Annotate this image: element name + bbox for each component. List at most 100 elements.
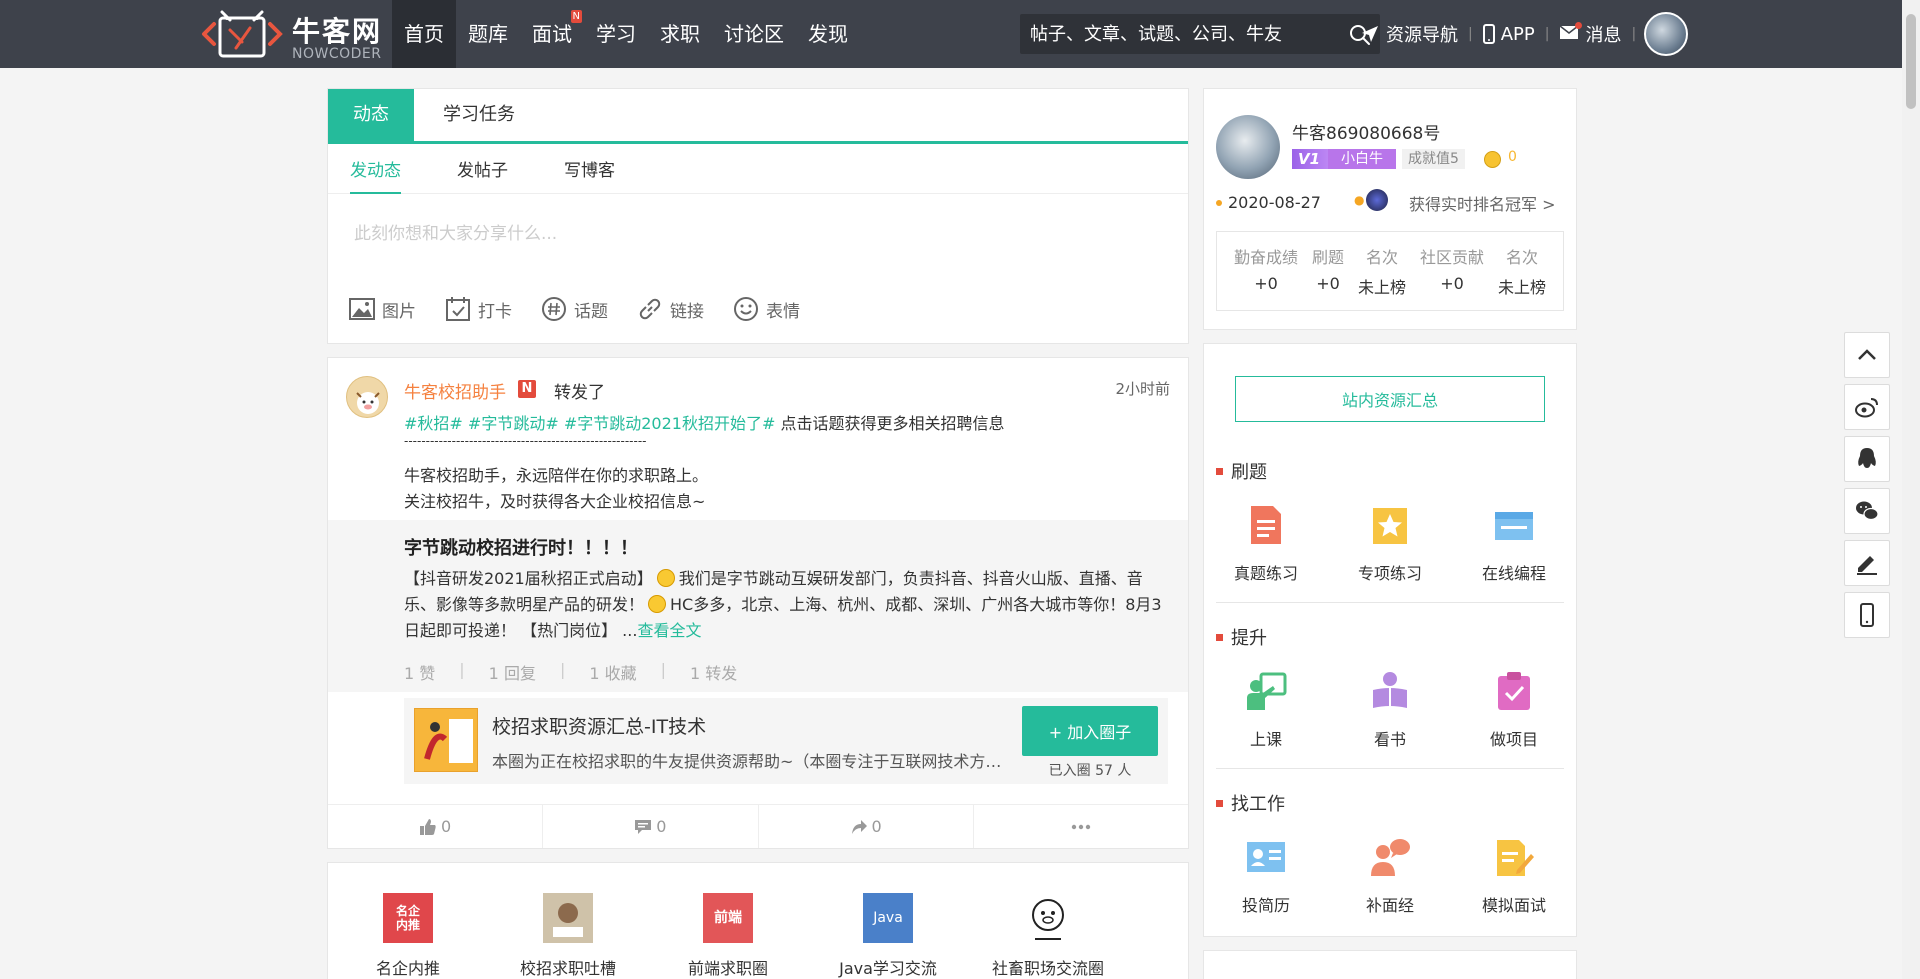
share-arrow-icon (851, 819, 867, 834)
tab-study-tasks[interactable]: 学习任务 (414, 89, 544, 141)
nav-study[interactable]: 学习 (584, 0, 648, 68)
item-label: 真题练习 (1233, 564, 1298, 583)
nav-discuss[interactable]: 讨论区 (712, 0, 796, 68)
section-title-text: 提升 (1231, 628, 1267, 649)
logo[interactable]: 牛客网 NOWCODER (200, 6, 390, 62)
document-icon (1251, 506, 1281, 544)
tab-feed[interactable]: 动态 (328, 89, 414, 141)
search-input[interactable] (1020, 14, 1330, 54)
circle-item[interactable]: Java Java学习交流 (808, 893, 968, 979)
subtab-write-blog[interactable]: 写博客 (564, 144, 615, 194)
nav-home[interactable]: 首页 (392, 0, 456, 68)
profile-avatar[interactable] (1216, 115, 1280, 179)
join-circle-button[interactable]: + 加入圈子 (1022, 706, 1158, 756)
workplace-circle-icon (1023, 893, 1073, 943)
circle-item[interactable]: 社畜职场交流圈 (968, 893, 1128, 979)
unread-dot (1575, 21, 1583, 29)
take-class[interactable]: 上课 (1204, 670, 1328, 750)
circle-item[interactable]: 前端 前端求职圈 (648, 893, 808, 979)
online-coding[interactable]: 在线编程 (1452, 504, 1576, 584)
nav-jobs[interactable]: 求职 (648, 0, 712, 68)
speaking-person-icon (1371, 839, 1410, 876)
mock-interview[interactable]: 模拟面试 (1452, 836, 1576, 916)
share-button[interactable]: 0 (759, 805, 974, 848)
resource-nav-link[interactable]: 资源导航 (1360, 21, 1458, 47)
clipboard-check-icon (1498, 672, 1530, 710)
rank-champion-avatar[interactable] (1366, 189, 1388, 211)
practice-row: 真题练习 专项练习 在线编程 (1204, 504, 1576, 584)
subtab-post-thread[interactable]: 发帖子 (457, 144, 508, 194)
user-avatar[interactable] (1644, 12, 1688, 56)
user-profile-card: 牛客869080668号 V1 小白牛 成就值5 0 2020-08-27 ● … (1203, 88, 1577, 330)
stat-rank[interactable]: 名次 未上榜 (1498, 244, 1546, 298)
author-avatar[interactable] (346, 376, 388, 418)
rank-link[interactable]: 获得实时排名冠军 > (1409, 191, 1556, 215)
new-badge: N (570, 10, 582, 23)
topic-practice[interactable]: 专项练习 (1328, 504, 1452, 584)
stat-label: 刷题 (1311, 248, 1344, 267)
tool-topic[interactable]: 话题 (540, 295, 608, 323)
add-interview-notes[interactable]: 补面经 (1328, 836, 1452, 916)
top-right-links: 资源导航 | APP | 消息 | (1360, 0, 1646, 68)
item-label: 上课 (1249, 730, 1282, 749)
site-resources-button[interactable]: 站内资源汇总 (1235, 376, 1545, 422)
like-button[interactable]: 0 (328, 805, 544, 848)
hashtag-icon (542, 297, 566, 321)
feedback-edit-button[interactable] (1844, 540, 1890, 586)
comment-button[interactable]: 0 (543, 805, 759, 848)
circle-label: 校招求职吐槽 (519, 959, 616, 978)
weibo-share-button[interactable] (1844, 384, 1890, 430)
real-exam-practice[interactable]: 真题练习 (1204, 504, 1328, 584)
tool-link[interactable]: 链接 (636, 295, 704, 323)
resource-nav-label: 资源导航 (1386, 25, 1458, 46)
app-link[interactable]: APP (1482, 24, 1535, 45)
quoted-post[interactable]: 字节跳动校招进行时！！！！ 【抖音研发2021届秋招正式启动】 我们是字节跳动互娱… (328, 520, 1188, 692)
author-name[interactable]: 牛客校招助手 (404, 378, 506, 403)
submit-resume[interactable]: 投简历 (1204, 836, 1328, 916)
circle-item[interactable]: 校招求职吐槽 (488, 893, 648, 979)
topic-link[interactable]: #字节跳动# (468, 414, 559, 433)
circle-title[interactable]: 校招求职资源汇总-IT技术 (492, 712, 706, 739)
navigation-arrow-icon (1362, 26, 1378, 42)
circle-cover[interactable] (414, 708, 478, 772)
mobile-phone-icon (1860, 603, 1874, 627)
stat-rank[interactable]: 名次 未上榜 (1358, 244, 1406, 298)
nav-discover[interactable]: 发现 (796, 0, 860, 68)
profile-name[interactable]: 牛客869080668号 (1292, 119, 1440, 144)
nav-question-bank[interactable]: 题库 (456, 0, 520, 68)
more-button[interactable] (974, 805, 1188, 848)
read-more-link[interactable]: 查看全文 (637, 621, 701, 640)
flame-icon: ● (1354, 193, 1365, 207)
nav-label: 学习 (596, 22, 636, 46)
mobile-app-button[interactable] (1844, 592, 1890, 638)
circle-item[interactable]: 名企 内推 名企内推 (328, 893, 488, 979)
tool-checkin[interactable]: 打卡 (444, 295, 512, 323)
subtab-post-update[interactable]: 发动态 (350, 144, 401, 194)
stat-label: 名次 (1505, 248, 1538, 267)
post-textarea[interactable] (328, 197, 1188, 267)
back-to-top-button[interactable] (1844, 332, 1890, 378)
stat-reposts: 1 转发 (690, 664, 738, 683)
feed-topics: #秋招# #字节跳动# #字节跳动2021秋招开始了# 点击话题获得更多相关招聘… (404, 410, 1005, 434)
topic-link[interactable]: #字节跳动2021秋招开始了# (564, 414, 776, 433)
qq-share-button[interactable] (1844, 436, 1890, 482)
thumbs-up-icon (420, 818, 436, 835)
topic-link[interactable]: #秋招# (404, 414, 463, 433)
scrollbar-thumb[interactable] (1906, 14, 1916, 109)
smiley-icon (734, 297, 758, 321)
vip-level-badge: V1 (1292, 149, 1332, 169)
do-project[interactable]: 做项目 (1452, 670, 1576, 750)
circle-label: 名企内推 (375, 959, 440, 978)
feed-divider: ----------------------------------------… (404, 434, 647, 448)
page-scrollbar[interactable] (1902, 0, 1920, 979)
stat-practice: 刷题 +0 (1312, 244, 1344, 298)
improve-row: 上课 看书 做项目 (1204, 670, 1576, 750)
nav-interview[interactable]: 面试 N (520, 0, 584, 68)
tool-image[interactable]: 图片 (348, 295, 416, 323)
tool-emoji[interactable]: 表情 (732, 295, 800, 323)
messages-link[interactable]: 消息 (1559, 21, 1621, 47)
divider (1216, 768, 1564, 769)
wechat-share-button[interactable] (1844, 488, 1890, 534)
stat-value: +0 (1254, 274, 1278, 293)
read-books[interactable]: 看书 (1328, 670, 1452, 750)
